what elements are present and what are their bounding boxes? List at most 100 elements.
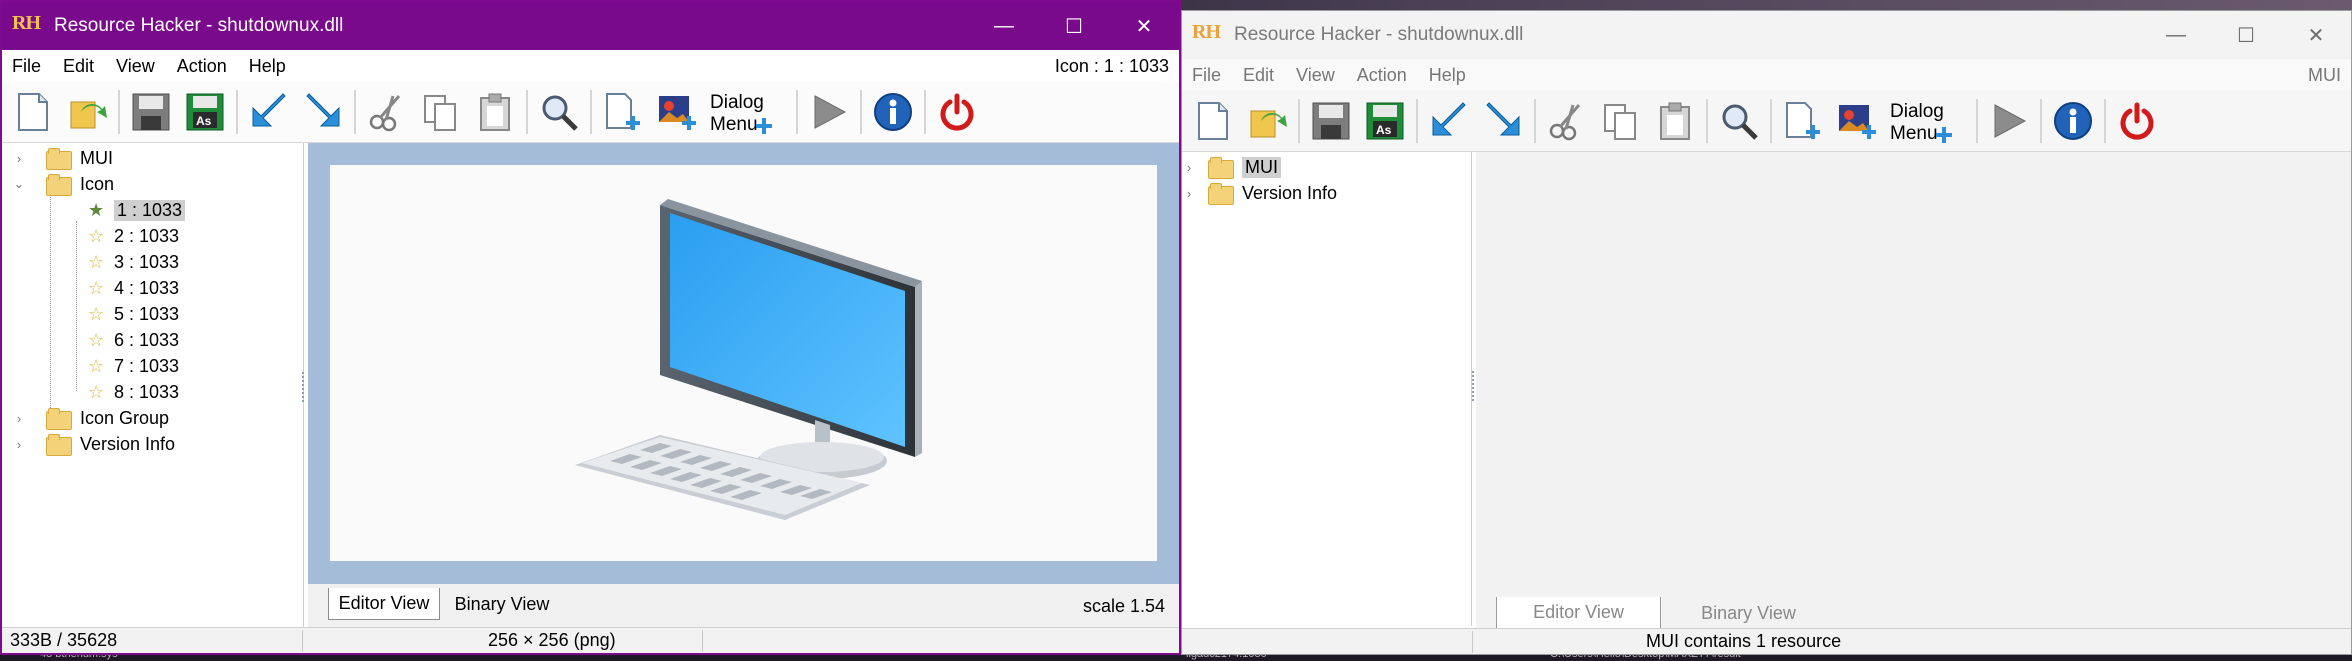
tree-node-version-info[interactable]: › Version Info: [12, 431, 175, 457]
tree-node-icon[interactable]: ⌄ Icon: [12, 171, 114, 197]
find-button[interactable]: [534, 87, 584, 137]
expand-arrow-icon[interactable]: ›: [12, 411, 26, 426]
add-dialog-menu-button[interactable]: Dialog Menu: [1886, 96, 1970, 146]
maximize-button[interactable]: ☐: [1039, 2, 1109, 50]
tab-editor-view[interactable]: Editor View: [328, 588, 440, 620]
copy-button[interactable]: [416, 87, 466, 137]
menu-edit[interactable]: Edit: [52, 56, 105, 77]
status-divider: [702, 630, 703, 652]
save-icon: [1312, 102, 1350, 140]
save-as-icon: As: [186, 93, 224, 131]
close-button[interactable]: ✕: [2281, 11, 2351, 59]
toolbar-separator: [1770, 99, 1772, 143]
tab-binary-view[interactable]: Binary View: [1666, 597, 1831, 629]
tree-leaf-icon-6[interactable]: ☆ 6 : 1033: [88, 327, 179, 353]
minimize-button[interactable]: —: [969, 2, 1039, 50]
tree-node-label: MUI: [1242, 156, 1281, 178]
toolbar: As Dialog Menu: [1182, 91, 2351, 152]
paste-button[interactable]: [470, 87, 520, 137]
exit-button[interactable]: [932, 87, 982, 137]
menu-help[interactable]: Help: [238, 56, 297, 77]
folder-icon: [1208, 183, 1234, 205]
open-folder-icon: [70, 101, 107, 129]
new-file-button[interactable]: [1188, 96, 1238, 146]
app-logo-icon: RH: [1192, 21, 1221, 43]
title-bar[interactable]: RH Resource Hacker - shutdownux.dll — ☐ …: [1182, 11, 2351, 59]
menu-help[interactable]: Help: [1418, 65, 1477, 86]
current-resource-label: MUI: [2308, 65, 2341, 85]
tree-node-mui[interactable]: › MUI: [1182, 154, 1281, 180]
info-icon: [2054, 102, 2092, 140]
tree-node-icon-group[interactable]: › Icon Group: [12, 405, 169, 431]
window-controls: — ☐ ✕: [969, 2, 1179, 50]
tab-binary-view[interactable]: Binary View: [446, 588, 558, 620]
save-button[interactable]: [126, 87, 176, 137]
save-button[interactable]: [1306, 96, 1356, 146]
expand-arrow-icon[interactable]: ›: [1182, 160, 1196, 175]
title-bar[interactable]: RH Resource Hacker - shutdownux.dll — ☐ …: [2, 2, 1179, 50]
expand-arrow-icon[interactable]: ›: [1182, 186, 1196, 201]
tree-leaf-icon-3[interactable]: ☆ 3 : 1033: [88, 249, 179, 275]
compile-button[interactable]: [244, 87, 294, 137]
open-file-button[interactable]: [62, 87, 112, 137]
tree-leaf-icon-8[interactable]: ☆ 8 : 1033: [88, 379, 179, 405]
open-file-button[interactable]: [1242, 96, 1292, 146]
tree-leaf-icon-7[interactable]: ☆ 7 : 1033: [88, 353, 179, 379]
tree-node-mui[interactable]: › MUI: [12, 145, 113, 171]
paste-button[interactable]: [1650, 96, 1700, 146]
star-icon: ☆: [88, 330, 105, 350]
toolbar-separator: [924, 90, 926, 134]
tree-leaf-label: 4 : 1033: [114, 277, 180, 298]
import-button[interactable]: [1478, 96, 1528, 146]
minimize-button[interactable]: —: [2141, 11, 2211, 59]
run-script-button[interactable]: [804, 87, 854, 137]
tree-leaf-icon-5[interactable]: ☆ 5 : 1033: [88, 301, 179, 327]
collapse-arrow-icon[interactable]: ⌄: [12, 176, 26, 192]
close-button[interactable]: ✕: [1109, 2, 1179, 50]
add-image-resource-button[interactable]: [1832, 96, 1882, 146]
compile-button[interactable]: [1424, 96, 1474, 146]
add-blank-resource-button[interactable]: [1778, 96, 1828, 146]
menu-action[interactable]: Action: [1346, 65, 1418, 86]
tab-editor-view[interactable]: Editor View: [1496, 597, 1661, 629]
magnifier-icon: [1722, 104, 1758, 140]
scissors-icon: [369, 95, 401, 132]
new-file-button[interactable]: [8, 87, 58, 137]
menu-view[interactable]: View: [1285, 65, 1346, 86]
about-button[interactable]: [868, 87, 918, 137]
folder-icon: [46, 148, 72, 170]
expand-arrow-icon[interactable]: ›: [12, 437, 26, 452]
find-button[interactable]: [1714, 96, 1764, 146]
cut-button[interactable]: [362, 87, 412, 137]
menu-view[interactable]: View: [105, 56, 166, 77]
save-as-button[interactable]: As: [180, 87, 230, 137]
tree-leaf-icon-1[interactable]: ★ 1 : 1033: [88, 197, 186, 223]
tree-leaf-icon-2[interactable]: ☆ 2 : 1033: [88, 223, 179, 249]
add-image-icon: [1839, 105, 1876, 139]
tree-leaf-label: 2 : 1033: [114, 225, 180, 246]
menu-action[interactable]: Action: [166, 56, 238, 77]
star-icon: ☆: [88, 304, 105, 324]
about-button[interactable]: [2048, 96, 2098, 146]
exit-button[interactable]: [2112, 96, 2162, 146]
run-script-button[interactable]: [1984, 96, 2034, 146]
save-as-button[interactable]: As: [1360, 96, 1410, 146]
tree-node-label: Version Info: [80, 433, 176, 454]
menu-file[interactable]: File: [1182, 65, 1232, 86]
add-blank-resource-button[interactable]: [598, 87, 648, 137]
pane-splitter[interactable]: [302, 372, 306, 402]
status-size: 333B / 35628: [10, 630, 118, 650]
expand-arrow-icon[interactable]: ›: [12, 151, 26, 166]
add-dialog-menu-button[interactable]: Dialog Menu: [706, 87, 790, 137]
copy-button[interactable]: [1596, 96, 1646, 146]
add-image-resource-button[interactable]: [652, 87, 702, 137]
cut-button[interactable]: [1542, 96, 1592, 146]
menu-file[interactable]: File: [2, 56, 52, 77]
tree-leaf-icon-4[interactable]: ☆ 4 : 1033: [88, 275, 179, 301]
tree-node-version-info[interactable]: › Version Info: [1182, 180, 1337, 206]
toolbar-separator: [1706, 99, 1708, 143]
maximize-button[interactable]: ☐: [2211, 11, 2281, 59]
arrow-down-left-icon: [252, 93, 286, 127]
import-button[interactable]: [298, 87, 348, 137]
menu-edit[interactable]: Edit: [1232, 65, 1285, 86]
